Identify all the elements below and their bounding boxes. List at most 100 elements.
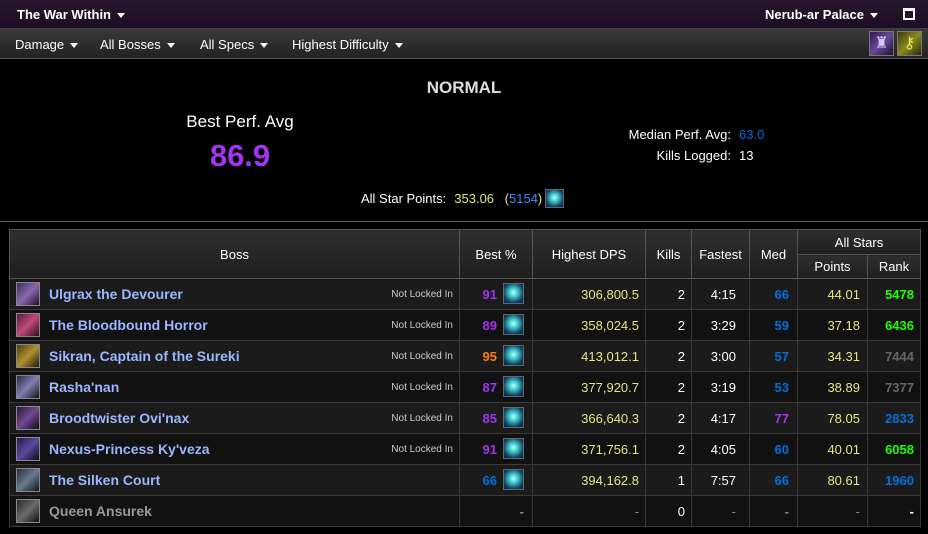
chevron-down-icon: [166, 43, 175, 49]
boss-name-link[interactable]: Ulgrax the Devourer: [49, 286, 183, 302]
header-fastest[interactable]: Fastest: [691, 229, 750, 279]
best-percent[interactable]: 89: [483, 318, 497, 333]
header-rank[interactable]: Rank: [867, 254, 921, 279]
highest-dps: 358,024.5: [532, 309, 646, 341]
maximize-icon[interactable]: [903, 8, 915, 20]
median-perf-value: 63.0: [739, 127, 765, 142]
boss-bloodbound-icon: [16, 313, 40, 337]
best-percent[interactable]: 91: [483, 442, 497, 457]
highest-dps: 366,640.3: [532, 402, 646, 434]
best-percent-cell: 87: [459, 371, 533, 403]
header-all-stars: All Stars: [797, 229, 921, 255]
table-row[interactable]: Rasha'nan Not Locked In 87 377,920.7 2 3:19 53…: [9, 371, 921, 403]
all-star-points-rank: 5154: [509, 191, 538, 206]
expansion-dropdown[interactable]: The War Within: [17, 7, 126, 22]
difficulty-title: NORMAL: [426, 78, 502, 97]
fastest-kill: 7:57: [691, 464, 750, 496]
best-percent[interactable]: 66: [483, 473, 497, 488]
boss-ulgrax-icon: [16, 282, 40, 306]
fastest-kill: 3:19: [691, 371, 750, 403]
boss-name-link[interactable]: Sikran, Captain of the Sureki: [49, 348, 240, 364]
kills-count: 2: [645, 340, 692, 372]
specs-dropdown[interactable]: All Specs: [200, 37, 269, 52]
table-row[interactable]: The Bloodbound Horror Not Locked In 89 358,…: [9, 309, 921, 341]
key-icon[interactable]: ⚷: [897, 31, 922, 56]
median-perf-label: Median Perf. Avg:: [628, 127, 731, 142]
fastest-kill: 3:29: [691, 309, 750, 341]
boss-rashanan-icon: [16, 375, 40, 399]
header-kills[interactable]: Kills: [645, 229, 692, 279]
raid-label: Nerub-ar Palace: [765, 7, 864, 22]
all-star-points: All Star Points: 353.06 (5154): [361, 191, 543, 206]
kills-count: 2: [645, 309, 692, 341]
chevron-down-icon: [117, 13, 126, 19]
all-stars-points: 78.05: [797, 402, 868, 434]
all-stars-points: 38.89: [797, 371, 868, 403]
boss-name-link[interactable]: Queen Ansurek: [49, 503, 152, 519]
spec-icon: [503, 314, 524, 335]
lock-status: Not Locked In: [391, 320, 453, 331]
table-row[interactable]: Broodtwister Ovi'nax Not Locked In 85 366,6…: [9, 402, 921, 434]
best-percent[interactable]: 91: [483, 287, 497, 302]
highest-dps: 371,756.1: [532, 433, 646, 465]
best-percent-cell: 89: [459, 309, 533, 341]
highest-dps: 413,012.1: [532, 340, 646, 372]
kills-count: 0: [645, 495, 692, 527]
metric-dropdown[interactable]: Damage: [15, 37, 79, 52]
fastest-kill: 3:00: [691, 340, 750, 372]
all-stars-rank: 6058: [867, 433, 921, 465]
table-row[interactable]: Ulgrax the Devourer Not Locked In 91 306,80…: [9, 278, 921, 310]
boss-name-link[interactable]: The Silken Court: [49, 472, 160, 488]
header-boss[interactable]: Boss: [9, 229, 460, 279]
boss-name-link[interactable]: Nexus-Princess Ky'veza: [49, 441, 210, 457]
table-row[interactable]: Nexus-Princess Ky'veza Not Locked In 91 371…: [9, 433, 921, 465]
all-stars-points: 40.01: [797, 433, 868, 465]
boss-name-link[interactable]: Rasha'nan: [49, 379, 119, 395]
header-best[interactable]: Best %: [459, 229, 533, 279]
spec-icon: [503, 283, 524, 304]
highest-dps: -: [532, 495, 646, 527]
boss-name-link[interactable]: Broodtwister Ovi'nax: [49, 410, 189, 426]
difficulty-dropdown[interactable]: Highest Difficulty: [292, 37, 403, 52]
chevron-down-icon: [870, 13, 878, 19]
lock-status: Not Locked In: [391, 289, 453, 300]
best-percent-cell: 91: [459, 433, 533, 465]
median-percent: 57: [749, 340, 798, 372]
best-perf-value: 86.9: [209, 138, 271, 173]
spec-icon: [503, 345, 524, 366]
median-percent: 60: [749, 433, 798, 465]
all-stars-points: 34.31: [797, 340, 868, 372]
header-med[interactable]: Med: [749, 229, 798, 279]
lock-status: Not Locked In: [391, 382, 453, 393]
header-points[interactable]: Points: [797, 254, 868, 279]
best-percent-cell: -: [459, 495, 533, 527]
table-row[interactable]: Sikran, Captain of the Sureki Not Locked …: [9, 340, 921, 372]
best-percent-cell: 91: [459, 278, 533, 310]
best-percent[interactable]: 85: [483, 411, 497, 426]
raid-dropdown[interactable]: Nerub-ar Palace: [765, 7, 878, 22]
expansion-label: The War Within: [17, 7, 112, 22]
kills-logged-value: 13: [739, 148, 754, 163]
best-percent: -: [519, 504, 524, 519]
best-percent-cell: 66: [459, 464, 533, 496]
kills-count: 2: [645, 402, 692, 434]
all-stars-points: 44.01: [797, 278, 868, 310]
boss-cell: Ulgrax the Devourer Not Locked In: [9, 278, 460, 310]
all-star-points-value: 353.06: [454, 191, 495, 206]
spec-icon: [503, 407, 524, 428]
raid-icon[interactable]: ♜: [869, 31, 894, 56]
median-percent: 66: [749, 464, 798, 496]
chevron-down-icon: [70, 43, 79, 49]
kills-count: 1: [645, 464, 692, 496]
boss-name-link[interactable]: The Bloodbound Horror: [49, 317, 208, 333]
all-star-points-label: All Star Points:: [361, 191, 447, 206]
table-row[interactable]: The Silken Court 66 394,162.8 1 7:57 66 80.61 1…: [9, 464, 921, 496]
best-percent[interactable]: 95: [483, 349, 497, 364]
fastest-kill: -: [691, 495, 750, 527]
header-dps[interactable]: Highest DPS: [532, 229, 646, 279]
lock-status: Not Locked In: [391, 351, 453, 362]
fastest-kill: 4:17: [691, 402, 750, 434]
bosses-dropdown[interactable]: All Bosses: [100, 37, 175, 52]
table-row[interactable]: Queen Ansurek - -0- - - -: [9, 495, 921, 527]
best-percent[interactable]: 87: [483, 380, 497, 395]
